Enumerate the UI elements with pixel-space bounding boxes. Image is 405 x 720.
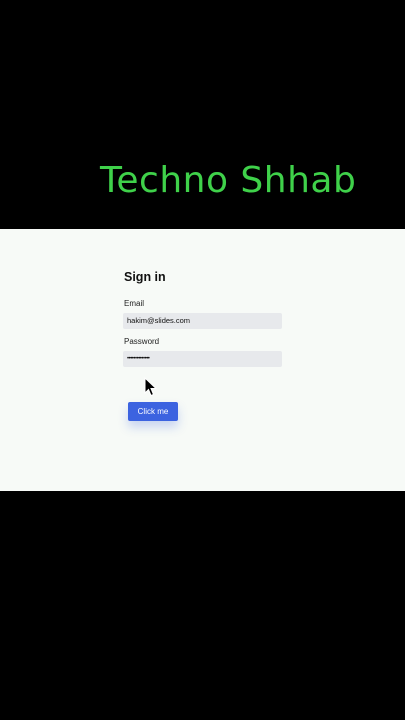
email-field[interactable]: hakim@slides.com (123, 313, 282, 329)
password-label: Password (124, 337, 160, 346)
email-label: Email (124, 299, 145, 308)
signin-panel: Sign in Email hakim@slides.com Password … (0, 229, 405, 491)
signin-heading: Sign in (124, 270, 166, 284)
video-title: Techno Shhab (100, 160, 357, 201)
click-me-button[interactable]: Click me (128, 402, 178, 421)
password-field[interactable]: •••••••••••••• (123, 351, 282, 367)
arrow-cursor-icon (144, 377, 158, 397)
